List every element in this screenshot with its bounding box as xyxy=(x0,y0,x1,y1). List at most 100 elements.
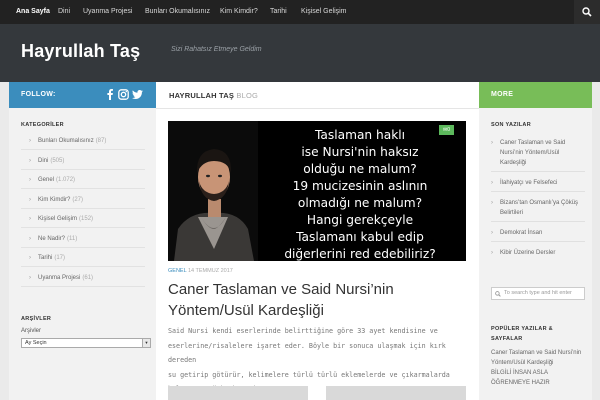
nav-item-kim-kimdir[interactable]: Kim Kimdir? xyxy=(220,0,258,24)
excerpt-line: Said Nursi kendi eserlerinde belirttiğin… xyxy=(168,327,438,335)
recent-post-link[interactable]: › Bizans’tan Osmanlı’ya Çöküş Belirtiler… xyxy=(491,198,585,218)
categories-title: KATEGORİLER xyxy=(21,122,64,128)
page-container: FOLLOW: KATEGORİLER › Bunları Okumalısını… xyxy=(9,82,592,400)
category-count: (27) xyxy=(72,196,84,203)
instagram-icon[interactable] xyxy=(118,89,129,100)
chevron-right-icon: › xyxy=(491,200,493,206)
category-count: (152) xyxy=(79,216,94,222)
more-label: MORE xyxy=(491,91,514,98)
blog-heading-title: HAYRULLAH TAŞ xyxy=(169,91,235,100)
blog-heading: HAYRULLAH TAŞ BLOG xyxy=(169,91,258,100)
popular-posts-list: Caner Taslaman ve Said Nursi’nin Yöntem/… xyxy=(491,348,585,388)
archives-label: Arşivler xyxy=(21,328,42,334)
excerpt-line: eserlerine/risalelere işaret eder. Böyle… xyxy=(168,341,446,365)
recent-post-link[interactable]: › Caner Taslaman ve Said Nursi’nin Yönte… xyxy=(491,138,585,168)
popular-posts-title: POPÜLER YAZILAR & SAYFALAR xyxy=(491,326,553,342)
archives-select[interactable]: Ay Seçin ▼ xyxy=(21,338,151,348)
search-icon xyxy=(495,291,501,297)
divider xyxy=(491,191,585,192)
category-name: Dini (505) xyxy=(38,157,65,164)
next-post-thumbnail[interactable] xyxy=(326,386,466,400)
follow-bar: FOLLOW: xyxy=(9,82,156,108)
category-item[interactable]: › Kişisel Gelişim (152) xyxy=(21,213,145,228)
featured-line: 19 mucizesinin aslının xyxy=(292,179,428,193)
site-title[interactable]: Hayrullah Taş xyxy=(21,41,140,62)
site-tagline: Sizi Rahatsız Etmeye Geldim xyxy=(171,46,262,53)
excerpt-line: su getirip götürür, kelimelere türlü tür… xyxy=(168,370,450,379)
chevron-right-icon: › xyxy=(29,157,31,164)
category-item[interactable]: › Tarihi (17) xyxy=(21,252,145,267)
nav-item-bunlari-okumalisiniz[interactable]: Bunları Okumalısınız xyxy=(145,0,210,24)
featured-line: Hangi gerekçeyle xyxy=(306,213,414,227)
sidebar-search-input[interactable]: To search type and hit enter xyxy=(491,287,585,300)
chevron-right-icon: › xyxy=(29,196,31,203)
featured-line: diğerlerini red edebiliriz? xyxy=(284,247,436,261)
category-name: Kişisel Gelişim (152) xyxy=(38,216,94,222)
category-item[interactable]: › Genel (1.072) xyxy=(21,174,145,189)
featured-line: ise Nursi'nin haksız xyxy=(301,145,419,159)
nav-item-dini[interactable]: Dini xyxy=(58,0,70,24)
follow-label: FOLLOW: xyxy=(21,91,56,98)
chevron-right-icon: › xyxy=(29,138,31,144)
category-name: Uyanma Projesi (61) xyxy=(38,274,94,281)
comment-count: 0 xyxy=(447,127,450,133)
search-icon xyxy=(582,7,592,17)
category-name: Bunları Okumalısınız (87) xyxy=(38,138,107,144)
chevron-right-icon: › xyxy=(29,255,31,261)
category-item[interactable]: › Kim Kimdir? (27) xyxy=(21,194,145,209)
right-sidebar: MORE SON YAZILAR › Caner Taslaman ve Sai… xyxy=(479,82,592,400)
post-title[interactable]: Caner Taslaman ve Said Nursi’nin Yöntem/… xyxy=(168,279,468,321)
recent-posts-title: SON YAZILAR xyxy=(491,122,531,128)
nav-item-tarihi[interactable]: Tarihi xyxy=(270,0,287,24)
nav-item-uyanma-projesi[interactable]: Uyanma Projesi xyxy=(83,0,132,24)
archives-title: ARŞİVLER xyxy=(21,316,52,322)
blog-heading-sub: BLOG xyxy=(236,91,259,100)
chevron-right-icon: › xyxy=(29,235,31,242)
category-name: Tarihi (17) xyxy=(38,255,66,261)
category-item[interactable]: › Dini (505) xyxy=(21,155,145,170)
chevron-down-icon: ▼ xyxy=(142,339,150,347)
category-count: (17) xyxy=(54,255,66,261)
search-toggle-button[interactable] xyxy=(574,0,600,24)
divider xyxy=(491,171,585,172)
featured-image[interactable]: Taslaman haklı ise Nursi'nin haksız oldu… xyxy=(168,121,466,261)
divider xyxy=(491,241,585,242)
featured-line: olmadığı ne malum? xyxy=(297,196,423,210)
chevron-right-icon: › xyxy=(491,230,493,236)
category-name: Ne Nadir? (11) xyxy=(38,235,78,242)
category-count: (87) xyxy=(95,138,107,144)
category-name: Genel (1.072) xyxy=(38,177,76,183)
category-name: Kim Kimdir? (27) xyxy=(38,196,84,203)
recent-post-link[interactable]: › İlahiyatçı ve Felsefeci xyxy=(491,178,585,188)
category-count: (505) xyxy=(50,157,65,164)
divider xyxy=(491,221,585,222)
facebook-icon[interactable] xyxy=(106,89,114,100)
category-item[interactable]: › Ne Nadir? (11) xyxy=(21,233,145,248)
chevron-right-icon: › xyxy=(29,216,31,222)
chevron-right-icon: › xyxy=(491,140,493,146)
main-content: HAYRULLAH TAŞ BLOG Taslaman haklı ise Nu… xyxy=(156,82,479,400)
portrait-photo xyxy=(168,121,258,261)
featured-line: olduğu ne malum? xyxy=(303,162,417,176)
category-item[interactable]: › Bunları Okumalısınız (87) xyxy=(21,135,145,150)
nav-item-ana-sayfa[interactable]: Ana Sayfa xyxy=(16,0,50,24)
post-date: 14 TEMMUZ 2017 xyxy=(187,268,233,274)
nav-item-kisisel-gelisim[interactable]: Kişisel Gelişim xyxy=(301,0,347,24)
recent-post-link[interactable]: › Demokrat İnsan xyxy=(491,228,585,238)
post-meta: GENEL 14 TEMMUZ 2017 xyxy=(168,268,233,274)
left-sidebar: FOLLOW: KATEGORİLER › Bunları Okumalısını… xyxy=(9,82,156,400)
chevron-right-icon: › xyxy=(29,177,31,183)
category-count: (1.072) xyxy=(56,177,76,183)
popular-post-link[interactable]: Caner Taslaman ve Said Nursi’nin Yöntem/… xyxy=(491,348,585,368)
post-category-link[interactable]: GENEL xyxy=(168,268,186,274)
featured-line: Taslamanı kabul edip xyxy=(296,230,424,244)
category-item[interactable]: › Uyanma Projesi (61) xyxy=(21,272,145,287)
popular-post-link[interactable]: BİLGİLİ İNSAN ASLA ÖĞRENMEYE HAZIR xyxy=(491,368,585,388)
comment-count-badge[interactable]: ✉0 xyxy=(439,125,454,135)
next-post-thumbnail[interactable] xyxy=(168,386,308,400)
archives-selected-value: Ay Seçin xyxy=(25,340,47,346)
search-placeholder: To search type and hit enter xyxy=(504,290,572,296)
recent-post-link[interactable]: › Kibir Üzerine Dersler xyxy=(491,248,585,258)
divider xyxy=(156,108,479,109)
twitter-icon[interactable] xyxy=(132,90,143,99)
